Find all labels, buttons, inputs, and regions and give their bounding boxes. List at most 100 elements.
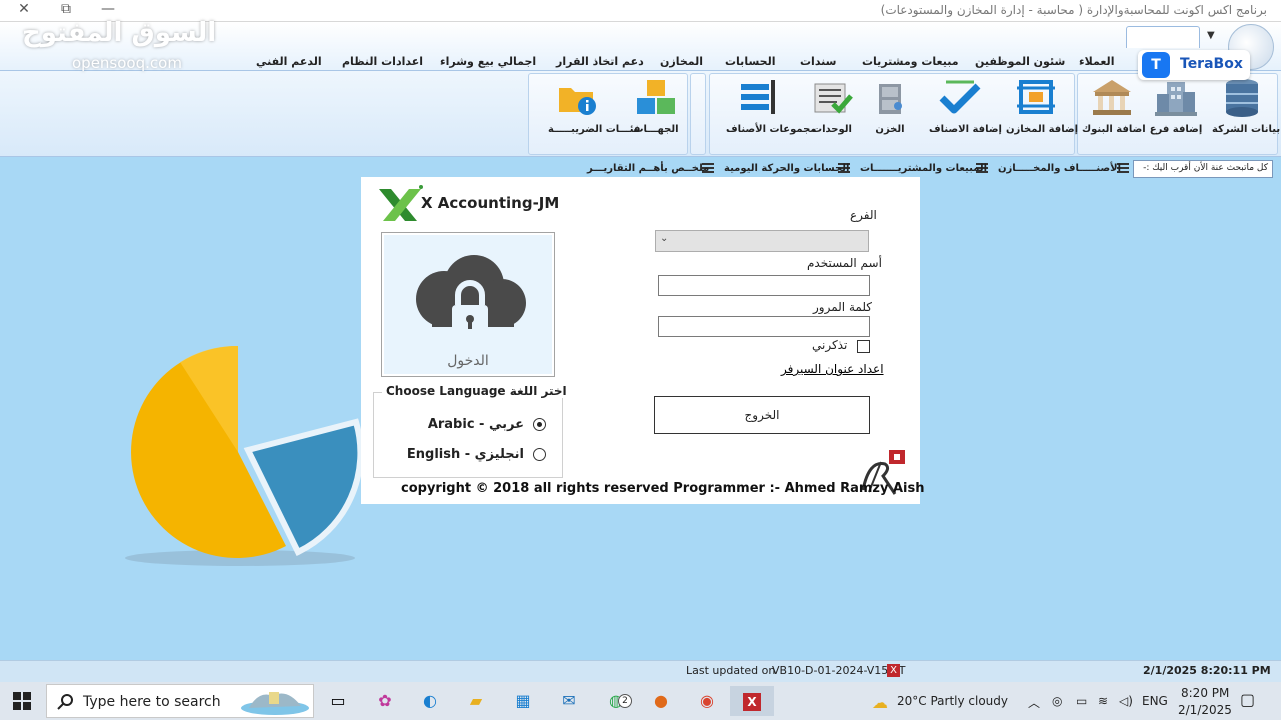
search-highlight-image-icon [241,692,309,715]
branch-select[interactable]: ⌄ [655,230,869,252]
tab-vouchers[interactable]: سندات [800,55,837,68]
tab-technical-support[interactable]: الدعم الفني [256,55,322,68]
close-icon[interactable]: ✕ [4,0,44,20]
task-view-icon[interactable]: ▭ [322,686,354,716]
terabox-icon: T [1142,52,1170,78]
add-banks-button[interactable]: اضافة البنوك [1082,78,1146,135]
add-stores-label: إضافة المخازن [1006,124,1079,135]
quick-item-reports[interactable]: ملخــص بأهــم التقاريـــر [587,163,709,174]
app-small-icon: X [887,664,900,677]
server-address-link[interactable]: اعداد عنوان السيرفر [781,362,884,376]
exit-button[interactable]: الخروج [654,396,870,434]
meet-now-icon[interactable]: ◎ [1052,694,1062,708]
clock-time[interactable]: 8:20 PM [1181,686,1229,700]
restore-icon[interactable]: ⧉ [46,0,86,20]
minimize-icon[interactable]: — [88,0,128,20]
whatsapp-icon[interactable]: ◍ 2 [600,686,632,716]
tax-categories-button[interactable]: فئـــات الضريبـــــة [548,78,641,135]
tab-employees[interactable]: شئون الموظفين [975,55,1065,68]
ribbon-group-divider [690,73,706,155]
windows-logo-icon [13,692,31,710]
copyright-text: copyright © 2018 all rights reserved Pro… [401,481,925,496]
server-icon [1226,79,1258,117]
taskbar-search-input[interactable]: Type here to search [46,684,314,718]
add-items-label: إضافة الاصناف [929,124,1002,135]
add-branch-button[interactable]: إضافة فرع [1146,78,1206,135]
quick-item-stores[interactable]: الأصنـــــاف والمخـــــازن [998,163,1121,174]
units-checklist-icon [814,83,853,114]
edge-browser-icon[interactable]: ◐ [414,686,446,716]
tab-accounts[interactable]: الحسابات [725,55,775,68]
firefox-icon[interactable]: ● [645,686,677,716]
branch-label: الفرع [850,208,877,222]
tax-categories-label: فئـــات الضريبـــــة [548,124,641,135]
file-explorer-icon[interactable]: ▰ [460,686,492,716]
add-stores-button[interactable]: إضافة المخازن [1006,78,1079,135]
tab-system-settings[interactable]: اعدادات النظام [342,55,423,68]
store-icon[interactable]: ▦ [507,686,539,716]
safes-label: الخزن [875,124,905,135]
radio-arabic[interactable] [533,418,546,431]
item-groups-icon [741,80,775,114]
language-legend: Choose Language اختر اللغة [382,384,571,398]
add-branch-label: إضافة فرع [1149,124,1203,135]
tab-decision-support[interactable]: دعم اتخاذ القرار [556,55,644,68]
brand-title: X Accounting-JM [421,194,560,212]
tab-sales-purchases[interactable]: مبيعات ومشتريات [862,55,959,68]
terabox-overlay[interactable]: T TeraBox [1138,50,1250,80]
checkmark-icon [939,80,981,114]
cloud-lock-icon [416,255,526,339]
copilot-icon[interactable]: ✿ [369,686,401,716]
login-button-label: الدخول [447,353,489,369]
safes-button[interactable]: الخزن [860,78,920,135]
weather-text: 20°C Partly cloudy [897,694,1008,708]
remember-checkbox[interactable] [857,340,870,353]
add-items-button[interactable]: إضافة الاصناف [929,78,1002,135]
entities-blocks-icon [637,80,675,114]
mail-icon[interactable]: ✉ [553,686,585,716]
windows-start-icon[interactable] [6,686,38,716]
search-icon [57,694,73,710]
volume-icon[interactable]: ◁) [1119,694,1133,708]
watermark-subtitle: opensooq.com [72,54,182,72]
chrome-icon[interactable]: ◉ [691,686,723,716]
weather-icon: ☁ [872,693,888,712]
language-english-label[interactable]: English - انجليزي [407,447,524,462]
quick-item-accounts[interactable]: الحسابات والحركة اليومية [724,163,849,174]
language-indicator[interactable]: ENG [1142,694,1168,708]
tax-folder-info-icon [559,88,596,115]
tab-active-indicator [1126,26,1200,48]
status-datetime: 2/1/2025 8:20:11 PM [1143,664,1271,677]
login-button[interactable]: الدخول [381,232,555,377]
password-input[interactable] [658,316,870,337]
username-label: أسم المستخدم [807,256,882,270]
notifications-icon[interactable]: ▢ [1240,690,1255,709]
tab-stores[interactable]: المخازن [660,55,703,68]
quick-item-sales[interactable]: المبيعات والمشتريـــــــات [860,163,987,174]
branch-building-icon [1155,82,1197,116]
username-input[interactable] [658,275,870,296]
tab-scroll-arrow-icon[interactable]: ▼ [1207,30,1215,41]
status-bar [0,660,1281,682]
language-arabic-label[interactable]: Arabic - عربي [428,417,524,432]
wifi-icon[interactable]: ≋ [1098,694,1108,708]
battery-icon[interactable]: ▭ [1076,694,1087,708]
x-app-icon: X [743,693,761,711]
search-placeholder: Type here to search [83,694,221,710]
whatsapp-badge: 2 [618,694,632,708]
x-accounting-taskbar-icon[interactable]: X [730,686,774,716]
tab-total-sales-purchases[interactable]: اجمالي بيع وشراء [440,55,536,68]
language-group: Choose Language اختر اللغة Arabic - عربي… [373,384,571,478]
clock-date[interactable]: 2/1/2025 [1178,703,1232,717]
company-data-button[interactable]: بيانات الشركة [1212,78,1281,135]
tab-customers[interactable]: العملاء [1079,55,1114,68]
radio-english[interactable] [533,448,546,461]
chevron-up-icon[interactable]: ︿ [1028,694,1040,711]
x-accounting-logo-icon [379,185,423,221]
item-groups-label: مجموعات الأصناف [726,124,817,135]
safe-icon [879,84,902,114]
terabox-label: TeraBox [1180,56,1243,72]
company-data-label: بيانات الشركة [1212,124,1281,135]
item-groups-button[interactable]: مجموعات الأصناف [726,78,817,135]
quick-search-box[interactable]: كل ماتبحث عنة الأن أقرب اليك :- [1133,160,1273,178]
